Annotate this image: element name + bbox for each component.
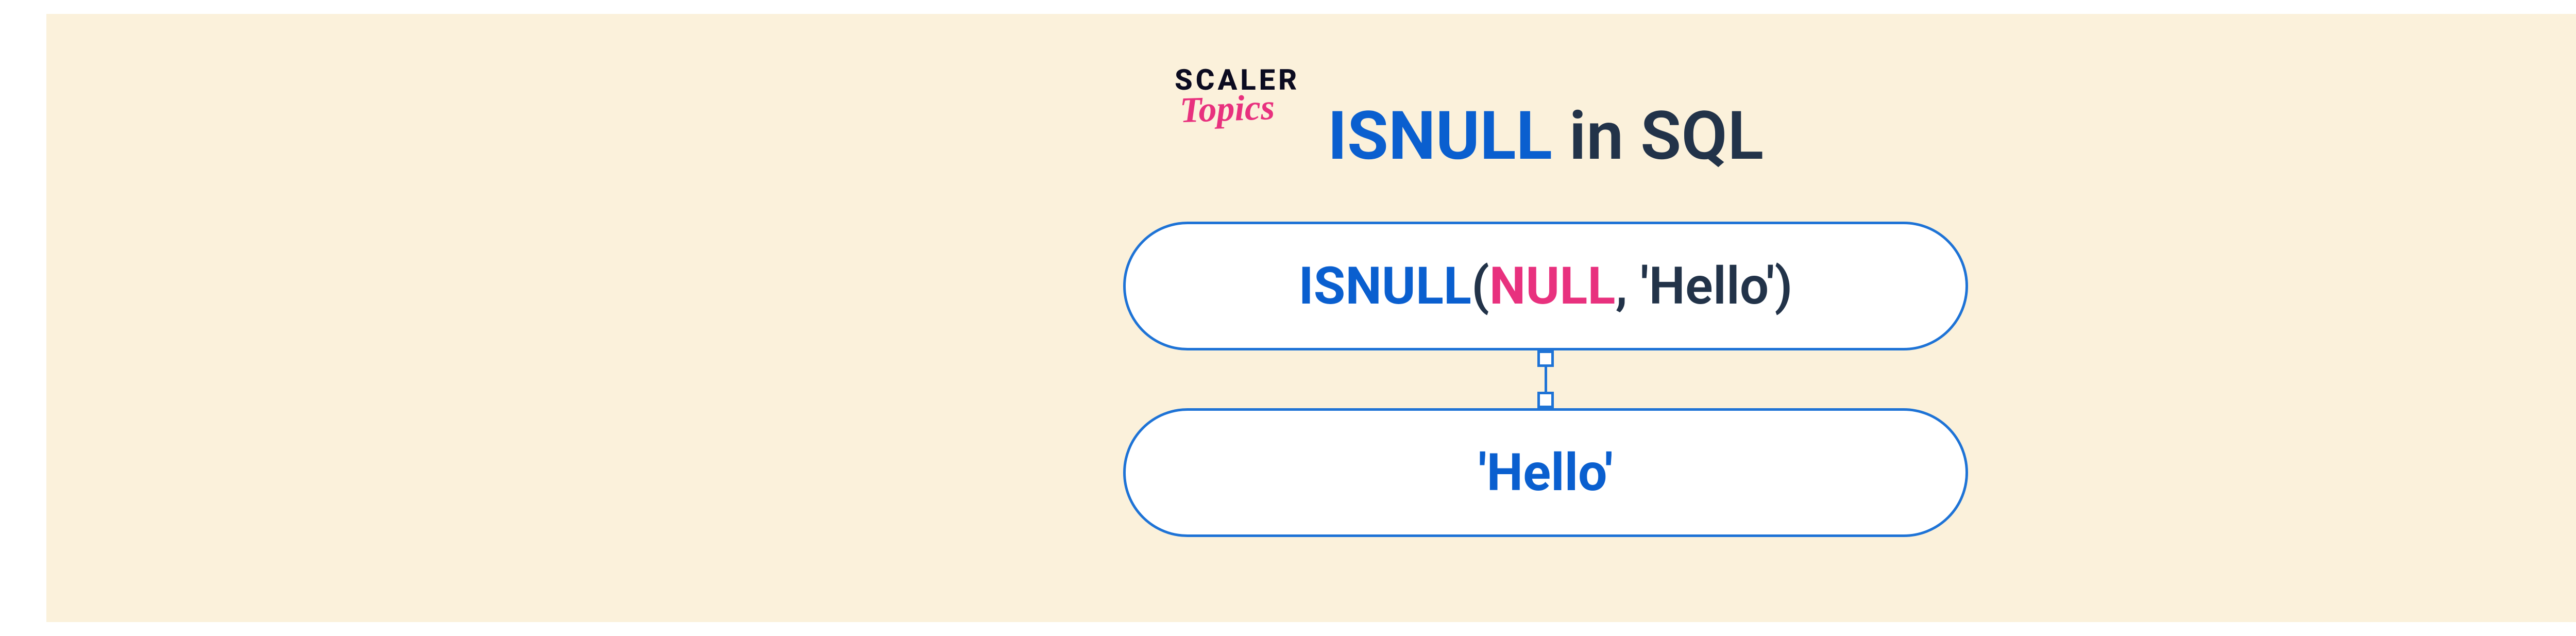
function-name: ISNULL <box>1299 256 1472 316</box>
title-rest: in SQL <box>1552 96 1764 175</box>
output-value: 'Hello' <box>1478 443 1613 503</box>
argument-hello: 'Hello' <box>1640 256 1775 316</box>
diagram-content: ISNULL in SQL ISNULL(NULL, 'Hello') 'Hel… <box>1123 96 1968 537</box>
diagram-canvas: SCALER Topics ISNULL in SQL ISNULL(NULL,… <box>46 14 2576 622</box>
connector-line <box>1545 367 1547 392</box>
output-result-pill: 'Hello' <box>1123 408 1968 537</box>
paren-open: ( <box>1471 256 1489 316</box>
diagram-title: ISNULL in SQL <box>1328 96 1764 175</box>
title-highlight: ISNULL <box>1328 96 1552 175</box>
connector-node-top <box>1537 350 1554 367</box>
argument-null: NULL <box>1489 256 1616 316</box>
argument-separator: , <box>1615 256 1640 316</box>
paren-close: ) <box>1774 256 1792 316</box>
flow-connector <box>1537 350 1554 408</box>
input-expression-pill: ISNULL(NULL, 'Hello') <box>1123 222 1968 350</box>
connector-node-bottom <box>1537 392 1554 408</box>
